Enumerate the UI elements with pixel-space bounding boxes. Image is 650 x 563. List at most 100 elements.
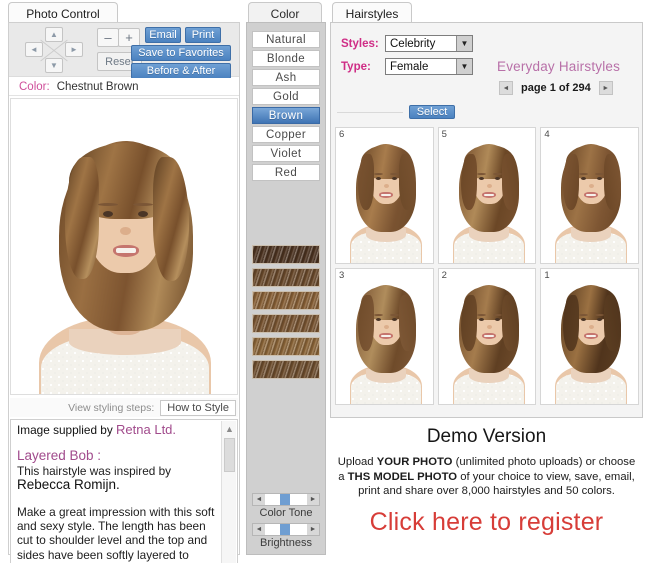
hairstyle-thumbnail[interactable]: 3 <box>335 268 434 405</box>
chevron-down-icon[interactable]: ▼ <box>456 36 472 51</box>
before-after-button[interactable]: Before & After <box>131 63 231 79</box>
slider-left-glyph: ◄ <box>255 496 263 503</box>
pan-right-button[interactable]: ► <box>65 42 83 57</box>
slider-right-arrow-icon[interactable]: ► <box>307 524 319 535</box>
select-button-label: Select <box>416 106 448 118</box>
image-credit-prefix: Image supplied by <box>17 423 117 437</box>
chevron-down-icon-2[interactable]: ▼ <box>456 59 472 74</box>
color-swatch-4[interactable] <box>252 314 320 333</box>
model-photo-illustration <box>11 99 237 394</box>
hairstyle-thumbnail[interactable]: 2 <box>437 268 537 405</box>
how-to-style-button[interactable]: How to Style <box>160 399 236 416</box>
print-button[interactable]: Print <box>185 27 221 43</box>
slider-handle[interactable] <box>280 494 290 505</box>
tab-hairstyles[interactable]: Hairstyles <box>332 2 412 24</box>
color-category-label: Brown <box>268 109 304 122</box>
slider-left-arrow-icon[interactable]: ◄ <box>253 494 265 505</box>
slider-track[interactable]: ◄ ► <box>252 493 320 506</box>
slider-brightness[interactable]: ◄ ► Brightness <box>252 523 320 549</box>
color-category-label: Ash <box>275 71 297 84</box>
category-title: Everyday Hairstyles <box>497 59 621 74</box>
color-category-red[interactable]: Red <box>252 164 320 181</box>
zoom-out-button[interactable]: – <box>97 28 119 47</box>
color-swatch-2[interactable] <box>252 268 320 287</box>
color-swatch-3[interactable] <box>252 291 320 310</box>
slider-right-arrow-icon[interactable]: ► <box>307 494 319 505</box>
print-button-label: Print <box>191 29 215 41</box>
arrow-left-icon: ◄ <box>30 44 38 54</box>
current-color-label: Color: <box>19 80 50 93</box>
demo-line1a: Upload <box>337 456 377 468</box>
register-link[interactable]: Click here to register <box>330 508 643 537</box>
hairstyle-thumbnail[interactable]: 5 <box>437 127 537 264</box>
type-label: Type: <box>341 60 371 73</box>
color-category-label: Violet <box>270 147 302 160</box>
scrollbar-thumb[interactable] <box>224 438 235 472</box>
color-category-blonde[interactable]: Blonde <box>252 50 320 67</box>
hairstyle-thumbnail-number: 6 <box>339 129 345 140</box>
hairstyle-thumbnail[interactable]: 6 <box>335 127 434 264</box>
hairstyle-thumbnail[interactable]: 1 <box>540 268 639 405</box>
color-category-label: Red <box>274 166 298 179</box>
image-credit-source: Retna Ltd. <box>116 422 177 437</box>
tab-color[interactable]: Color <box>248 2 322 24</box>
select-button[interactable]: Select <box>409 105 455 119</box>
color-category-gold[interactable]: Gold <box>252 88 320 105</box>
slider-label: Brightness <box>260 537 312 549</box>
styles-select[interactable]: Celebrity ▼ <box>385 35 473 52</box>
slider-color-tone[interactable]: ◄ ► Color Tone <box>252 493 320 519</box>
color-swatch-5[interactable] <box>252 337 320 356</box>
color-category-copper[interactable]: Copper <box>252 126 320 143</box>
pan-up-button[interactable]: ▲ <box>45 27 63 42</box>
color-category-brown[interactable]: Brown <box>252 107 320 124</box>
pan-down-button[interactable]: ▼ <box>45 58 63 73</box>
current-color-row: Color: Chestnut Brown <box>9 78 239 96</box>
color-swatch-6[interactable] <box>252 360 320 379</box>
color-category-ash[interactable]: Ash <box>252 69 320 86</box>
slider-left-arrow-icon[interactable]: ◄ <box>253 524 265 535</box>
prev-page-button[interactable]: ◄ <box>499 81 513 95</box>
hairstyle-thumbnail-number: 5 <box>441 129 447 140</box>
pan-dpad: ▲ ▼ ◄ ► <box>23 26 85 74</box>
app-root: Photo Control Color Hairstyles ▲ ▼ ◄ ► –… <box>0 0 650 563</box>
hairstyle-thumbnail-illustration <box>336 269 433 404</box>
color-category-list: Natural Blonde Ash Gold Brown Copper Violet Red <box>252 31 320 183</box>
color-category-violet[interactable]: Violet <box>252 145 320 162</box>
hairstyle-thumbnail-illustration <box>541 269 638 404</box>
save-to-favorites-button[interactable]: Save to Favorites <box>131 45 231 61</box>
arrow-up-icon: ▲ <box>50 29 58 39</box>
celebrity-name: Rebecca Romijn. <box>17 477 120 493</box>
select-divider <box>337 112 403 113</box>
color-category-natural[interactable]: Natural <box>252 31 320 48</box>
arrow-left-icon-page: ◄ <box>502 84 510 92</box>
hairstyle-thumbnail-illustration <box>439 128 536 263</box>
demo-line1c: (unlimited photo uploads) <box>452 456 583 468</box>
arrow-right-icon: ► <box>70 44 78 54</box>
color-swatch-1[interactable] <box>252 245 320 264</box>
description-scrollbar[interactable]: ▲ ▼ <box>221 421 236 563</box>
hairstyle-thumbnail-illustration <box>541 128 638 263</box>
reset-button-label: Reset <box>105 55 134 68</box>
hairstyle-thumbnail-illustration <box>439 269 536 404</box>
model-photo[interactable] <box>10 98 238 395</box>
photo-control-panel: ▲ ▼ ◄ ► – + Reset Email Print Save to Fav… <box>8 22 240 563</box>
page-indicator: page 1 of 294 <box>521 82 591 94</box>
email-button[interactable]: Email <box>145 27 181 43</box>
slider-handle[interactable] <box>280 524 290 535</box>
styles-filter-row: Styles: Celebrity ▼ <box>341 35 473 52</box>
next-page-button[interactable]: ► <box>598 81 613 95</box>
before-after-label: Before & After <box>146 65 216 77</box>
hairstyle-thumbnail-grid: 6 5 4 3 2 1 <box>335 127 639 405</box>
pan-left-button[interactable]: ◄ <box>25 42 43 57</box>
slider-left-glyph: ◄ <box>255 526 263 533</box>
type-select[interactable]: Female ▼ <box>385 58 473 75</box>
hairstyle-thumbnail-number: 4 <box>544 129 550 140</box>
hairstyle-thumbnail[interactable]: 4 <box>540 127 639 264</box>
tab-color-label: Color <box>270 6 300 21</box>
scroll-up-icon: ▲ <box>225 423 234 434</box>
tab-photo-control[interactable]: Photo Control <box>8 2 118 24</box>
slider-track[interactable]: ◄ ► <box>252 523 320 536</box>
styles-label: Styles: <box>341 37 379 50</box>
scroll-up-button[interactable]: ▲ <box>222 421 237 436</box>
